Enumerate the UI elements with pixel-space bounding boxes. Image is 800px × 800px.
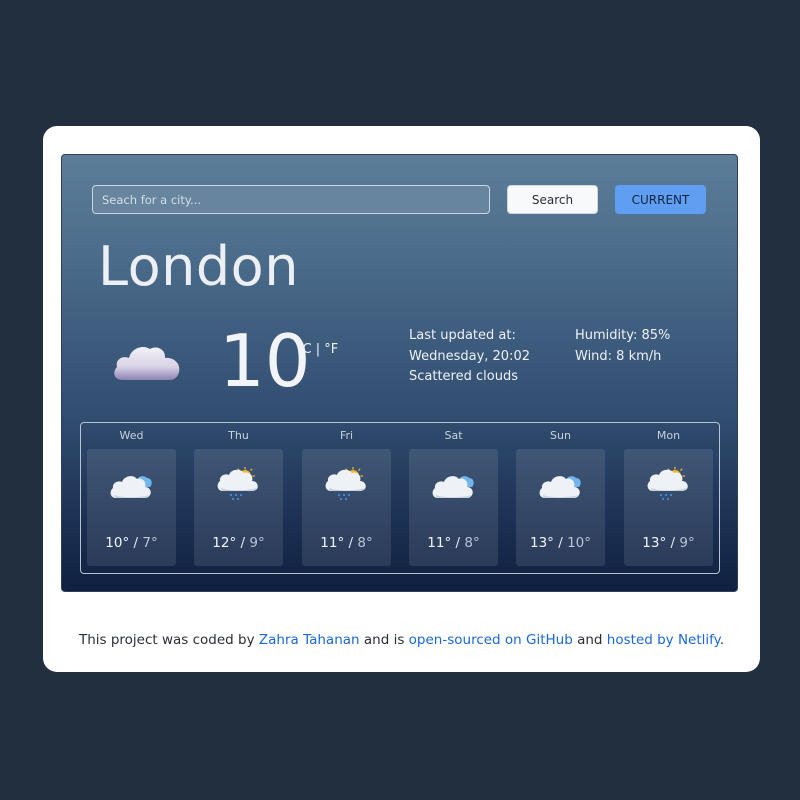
forecast-max-temp: 10° (105, 535, 130, 551)
cloudy-icon (431, 471, 475, 505)
forecast-max-temp: 12° (212, 535, 237, 551)
forecast-min-temp: 8° (357, 535, 373, 551)
sun-cloud-rain-icon (324, 466, 368, 505)
forecast-min-temp: 9° (679, 535, 695, 551)
current-temperature: 10 (219, 319, 311, 403)
forecast-card: 13° / 10° (516, 449, 605, 566)
github-link[interactable]: open-sourced on GitHub (409, 632, 573, 648)
forecast-card: 12° / 9° (194, 449, 283, 566)
forecast-max-temp: 13° (529, 535, 554, 551)
forecast-temperature: 13° / 10° (516, 535, 605, 551)
forecast-day: Sat 11° / 8° (409, 423, 498, 575)
footer: This project was coded by Zahra Tahanan … (43, 632, 760, 648)
forecast-day: Thu 12° / 9° (194, 423, 283, 575)
city-name: London (98, 235, 299, 298)
app-container: Search CURRENT London 10 °C | °F Last up… (43, 126, 760, 672)
forecast-card: 11° / 8° (409, 449, 498, 566)
search-button[interactable]: Search (507, 185, 598, 214)
forecast-separator: / (553, 535, 568, 551)
sun-cloud-rain-icon (216, 466, 260, 505)
forecast-day-name: Wed (119, 429, 144, 442)
unit-separator: | (311, 342, 325, 357)
forecast-max-temp: 11° (320, 535, 345, 551)
last-updated-label: Last updated at: (409, 328, 516, 343)
weather-details: Last updated at: Wednesday, 20:02 Scatte… (409, 326, 530, 388)
cloudy-icon (538, 471, 582, 505)
forecast-separator: / (236, 535, 250, 551)
forecast-temperature: 12° / 9° (194, 535, 283, 551)
forecast-day-name: Thu (228, 429, 249, 442)
forecast-separator: / (344, 535, 358, 551)
unit-toggle: °C | °F (296, 342, 338, 357)
cloudy-icon (109, 471, 153, 505)
forecast-separator: / (129, 535, 143, 551)
forecast-separator: / (666, 535, 680, 551)
forecast-min-temp: 8° (464, 535, 480, 551)
forecast-temperature: 13° / 9° (624, 535, 713, 551)
forecast-day: Sun 13° / 10° (516, 423, 605, 575)
forecast-day: Fri 11° / 8° (302, 423, 391, 575)
forecast-min-temp: 7° (142, 535, 158, 551)
last-updated-value: Wednesday, 20:02 (409, 348, 530, 364)
forecast-max-temp: 13° (642, 535, 667, 551)
footer-text: and (572, 632, 607, 648)
forecast-card: 13° / 9° (624, 449, 713, 566)
weather-description: Scattered clouds (409, 369, 518, 384)
netlify-link[interactable]: hosted by Netlify (607, 632, 720, 648)
search-input[interactable] (92, 185, 490, 214)
weather-stats: Humidity: 85% Wind: 8 km/h (575, 326, 670, 367)
wind: Wind: 8 km/h (575, 348, 662, 364)
current-location-button[interactable]: CURRENT (615, 185, 706, 214)
footer-text: This project was coded by (78, 632, 259, 648)
forecast-day: Mon 13° / 9° (624, 423, 713, 575)
footer-text: . (719, 632, 725, 648)
forecast-min-temp: 10° (567, 535, 591, 551)
forecast-day: Wed 10° / 7° (87, 423, 176, 575)
forecast-separator: / (451, 535, 465, 551)
forecast-day-name: Sun (550, 429, 571, 442)
footer-text: and is (359, 632, 409, 648)
forecast-day-name: Mon (656, 429, 681, 442)
weather-app: Search CURRENT London 10 °C | °F Last up… (61, 154, 738, 592)
forecast-temperature: 10° / 7° (87, 535, 176, 551)
sun-cloud-rain-icon (646, 466, 690, 505)
forecast-card: 11° / 8° (302, 449, 391, 566)
fahrenheit-link[interactable]: °F (324, 342, 338, 357)
forecast-temperature: 11° / 8° (409, 535, 498, 551)
forecast-panel: Wed 10° / 7° Thu 12° / 9° Fri 11° / 8° Sat 11° … (80, 422, 720, 574)
author-link[interactable]: Zahra Tahanan (259, 632, 360, 648)
humidity: Humidity: 85% (575, 328, 671, 343)
forecast-min-temp: 9° (249, 535, 265, 551)
forecast-temperature: 11° / 8° (302, 535, 391, 551)
forecast-day-name: Sat (444, 429, 463, 442)
celsius-link[interactable]: °C (296, 342, 312, 357)
forecast-day-name: Fri (339, 429, 354, 442)
cloud-icon (112, 340, 182, 386)
forecast-card: 10° / 7° (87, 449, 176, 566)
forecast-max-temp: 11° (427, 535, 452, 551)
